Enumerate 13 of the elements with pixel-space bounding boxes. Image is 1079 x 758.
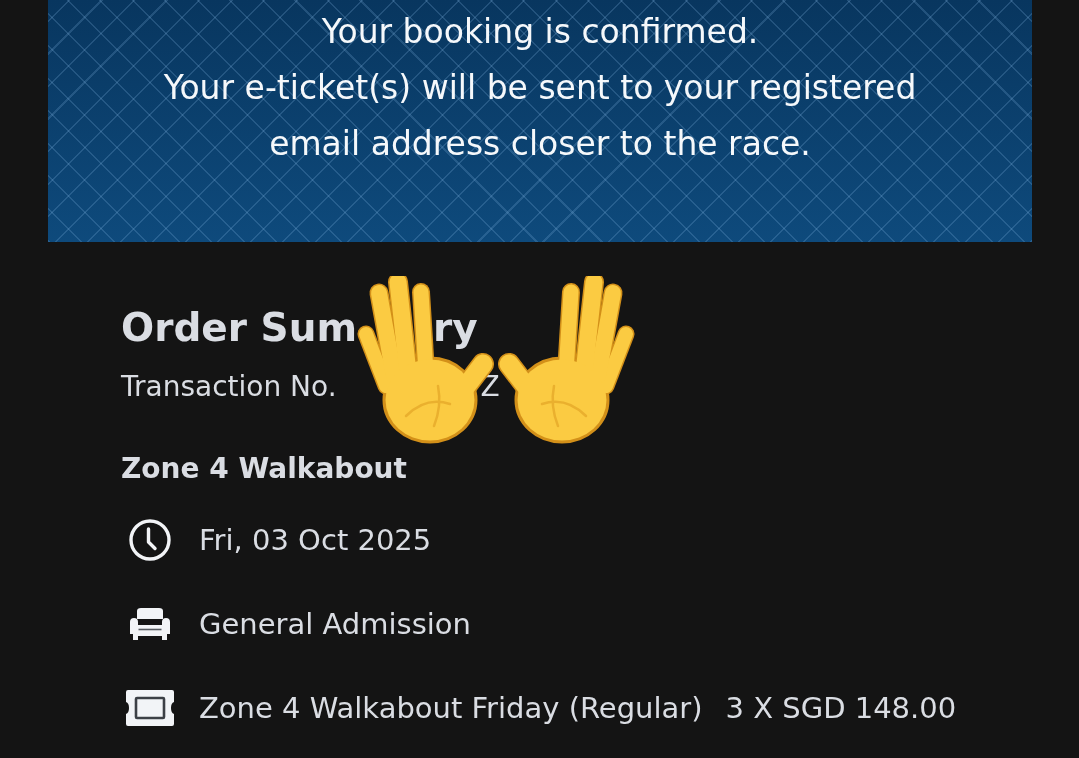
ticket-price: 3 X SGD 148.00	[725, 691, 957, 725]
armchair-icon	[129, 607, 171, 641]
detail-text: General Admission	[199, 607, 471, 641]
event-name: Zone 4 Walkabout	[121, 452, 407, 486]
detail-text: Zone 4 Walkabout Friday (Regular)	[199, 691, 703, 725]
transaction-number: Transaction No.	[121, 370, 337, 404]
confirmation-text: Your booking is confirmed.	[321, 11, 759, 53]
detail-text: Fri, 03 Oct 2025	[199, 523, 432, 557]
clock-icon	[129, 519, 171, 561]
summary-title: ry	[433, 304, 478, 351]
ticket-icon	[125, 689, 175, 727]
summary-title: Order Sum	[121, 304, 358, 351]
ticket-delivery-text: Your e-ticket(s) will be sent to your registered email address closer to the race.	[162, 67, 918, 165]
